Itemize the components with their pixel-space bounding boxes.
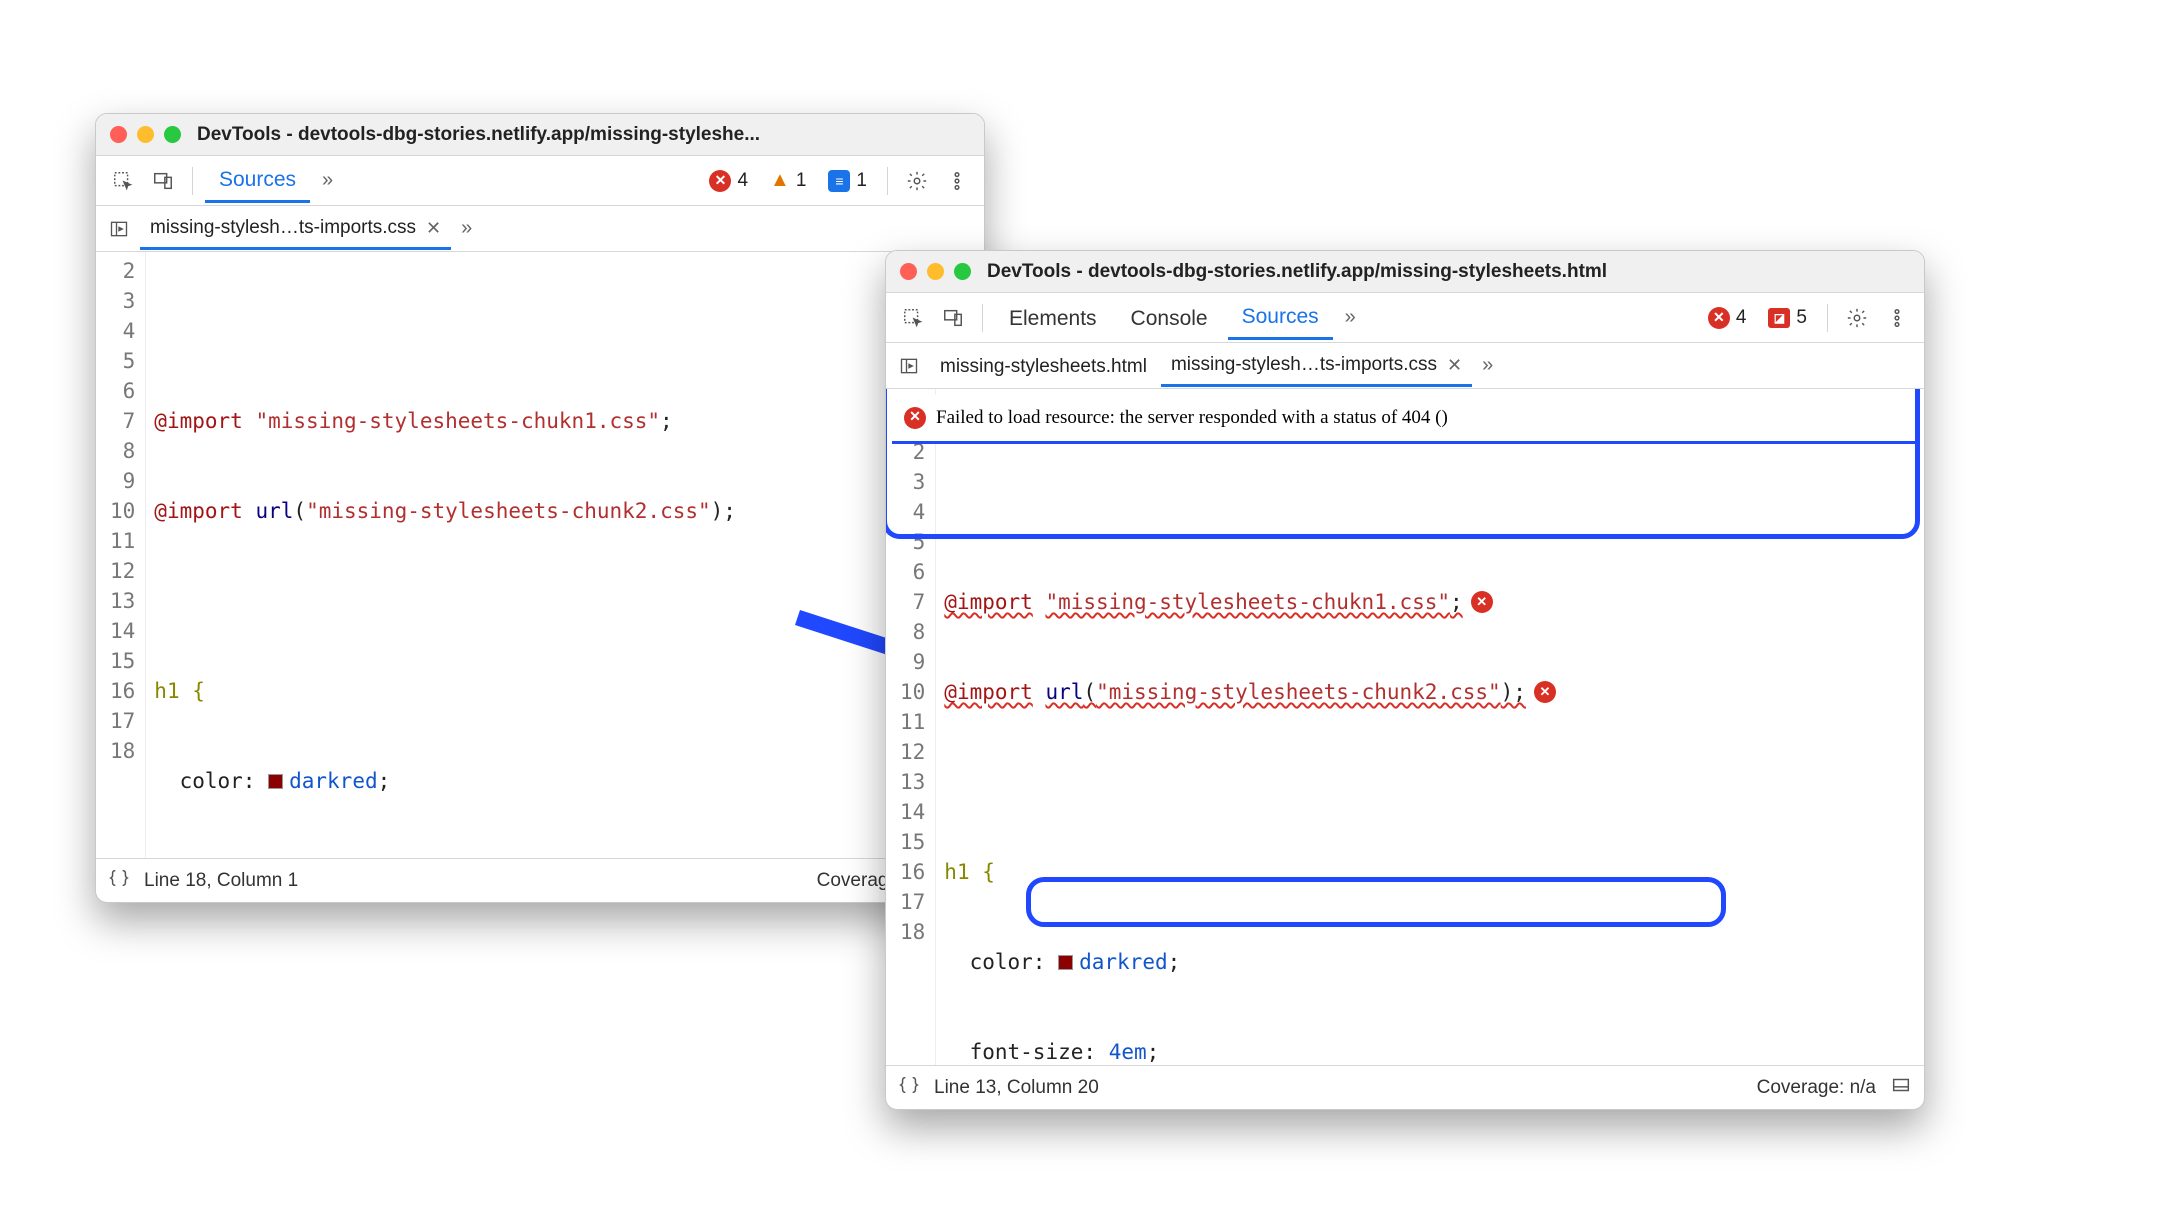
info-count[interactable]: ≡1 — [820, 168, 875, 194]
navigator-toggle-icon[interactable] — [892, 349, 926, 383]
editor-tab-bar: missing-stylesh…ts-imports.css ✕ » — [96, 206, 984, 252]
window-title: DevTools - devtools-dbg-stories.netlify.… — [987, 261, 1607, 283]
kebab-menu-icon[interactable] — [1880, 301, 1914, 335]
pretty-print-icon[interactable] — [898, 1074, 920, 1102]
separator — [1827, 304, 1828, 332]
info-icon: ≡ — [828, 170, 850, 192]
color-swatch-icon[interactable] — [268, 774, 283, 789]
file-tab-label: missing-stylesheets.html — [940, 356, 1147, 378]
minimize-window-icon[interactable] — [927, 263, 944, 280]
status-bar: Line 13, Column 20 Coverage: n/a — [886, 1065, 1924, 1109]
navigator-toggle-icon[interactable] — [102, 212, 136, 246]
line-gutter: 23456789101112131415161718 — [96, 252, 146, 858]
settings-icon[interactable] — [1840, 301, 1874, 335]
code-editor[interactable]: 23456789101112131415161718 @import "miss… — [96, 252, 984, 858]
settings-icon[interactable] — [900, 164, 934, 198]
main-toolbar: Elements Console Sources » ✕4 ◪5 — [886, 293, 1924, 343]
kebab-menu-icon[interactable] — [940, 164, 974, 198]
file-tab-active[interactable]: missing-stylesh…ts-imports.css ✕ — [140, 207, 451, 250]
separator — [887, 167, 888, 195]
line-gutter: 23456789101112131415161718 — [886, 389, 936, 1065]
error-count[interactable]: ✕4 — [1700, 305, 1755, 331]
code-content[interactable]: @import "missing-stylesheets-chukn1.css"… — [936, 389, 1924, 1065]
titlebar[interactable]: DevTools - devtools-dbg-stories.netlify.… — [96, 114, 984, 156]
inspect-element-icon[interactable] — [106, 164, 140, 198]
separator — [192, 167, 193, 195]
file-tab-label: missing-stylesh…ts-imports.css — [1171, 354, 1437, 376]
separator — [982, 304, 983, 332]
warning-count[interactable]: ▲1 — [762, 167, 814, 194]
error-icon: ✕ — [709, 170, 731, 192]
close-tab-icon[interactable]: ✕ — [426, 218, 441, 239]
status-bar: Line 18, Column 1 Coverage: n/a — [96, 858, 984, 902]
cursor-position: Line 18, Column 1 — [144, 870, 298, 892]
tab-sources[interactable]: Sources — [205, 158, 310, 203]
tab-sources[interactable]: Sources — [1228, 295, 1333, 340]
inline-error-icon[interactable]: ✕ — [1534, 681, 1556, 703]
close-window-icon[interactable] — [110, 126, 127, 143]
tab-elements[interactable]: Elements — [995, 297, 1111, 339]
coverage-label: Coverage: n/a — [1757, 1077, 1876, 1099]
file-tab-html[interactable]: missing-stylesheets.html — [930, 346, 1157, 386]
main-toolbar: Sources » ✕4 ▲1 ≡1 — [96, 156, 984, 206]
file-tab-label: missing-stylesh…ts-imports.css — [150, 217, 416, 239]
zoom-window-icon[interactable] — [954, 263, 971, 280]
minimize-window-icon[interactable] — [137, 126, 154, 143]
issue-count[interactable]: ◪5 — [1760, 305, 1815, 331]
more-files-icon[interactable]: » — [455, 217, 478, 240]
issue-icon: ◪ — [1768, 308, 1790, 328]
zoom-window-icon[interactable] — [164, 126, 181, 143]
inline-error-icon[interactable]: ✕ — [1471, 591, 1493, 613]
code-editor[interactable]: 23456789101112131415161718 @import "miss… — [886, 389, 1924, 1065]
error-tooltip-text: Failed to load resource: the server resp… — [936, 403, 1448, 433]
pretty-print-icon[interactable] — [108, 867, 130, 895]
close-tab-icon[interactable]: ✕ — [1447, 355, 1462, 376]
devtools-window-after: DevTools - devtools-dbg-stories.netlify.… — [885, 250, 1925, 1110]
close-window-icon[interactable] — [900, 263, 917, 280]
device-toolbar-icon[interactable] — [936, 301, 970, 335]
editor-tab-bar: missing-stylesheets.html missing-stylesh… — [886, 343, 1924, 389]
more-tabs-icon[interactable]: » — [1339, 306, 1362, 329]
tab-console[interactable]: Console — [1117, 297, 1222, 339]
titlebar[interactable]: DevTools - devtools-dbg-stories.netlify.… — [886, 251, 1924, 293]
code-content[interactable]: @import "missing-stylesheets-chukn1.css"… — [146, 252, 984, 858]
warning-icon: ▲ — [770, 169, 790, 192]
error-count[interactable]: ✕4 — [701, 168, 756, 194]
cursor-position: Line 13, Column 20 — [934, 1077, 1099, 1099]
error-icon: ✕ — [1708, 307, 1730, 329]
devtools-window-before: DevTools - devtools-dbg-stories.netlify.… — [95, 113, 985, 903]
more-files-icon[interactable]: » — [1476, 354, 1499, 377]
inspect-element-icon[interactable] — [896, 301, 930, 335]
drawer-toggle-icon[interactable] — [1890, 1074, 1912, 1102]
more-tabs-icon[interactable]: » — [316, 169, 339, 192]
error-tooltip: ✕ Failed to load resource: the server re… — [892, 395, 1918, 444]
device-toolbar-icon[interactable] — [146, 164, 180, 198]
window-title: DevTools - devtools-dbg-stories.netlify.… — [197, 124, 760, 146]
color-swatch-icon[interactable] — [1058, 955, 1073, 970]
file-tab-css[interactable]: missing-stylesh…ts-imports.css ✕ — [1161, 344, 1472, 387]
error-icon: ✕ — [904, 407, 926, 429]
